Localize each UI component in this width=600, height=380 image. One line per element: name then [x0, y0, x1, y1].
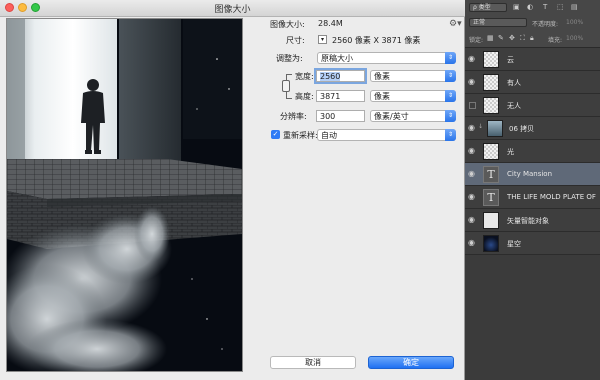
text-layer-icon: T	[483, 166, 499, 183]
resolution-unit-select[interactable]: 像素/英寸 ⇕	[370, 110, 456, 122]
opacity-label: 不透明度:	[532, 21, 559, 28]
chevron-down-icon: ⇕	[445, 52, 456, 64]
filter-pixel-icon[interactable]: ▣	[513, 3, 520, 11]
image-size-dialog: 图像大小 ⚙▾ 图像大小: 28.4M 尺寸: ▾ 2560 像素 X 3871…	[0, 0, 465, 380]
settings-gear-icon[interactable]: ⚙▾	[449, 19, 462, 29]
layer-thumbnail	[483, 235, 499, 252]
layer-name: 矢量智能对象	[507, 217, 549, 225]
ok-button[interactable]: 确定	[368, 356, 454, 369]
chevron-down-icon: ⇕	[445, 70, 456, 82]
layer-row[interactable]: ◉ ↓ 06 拷贝	[465, 117, 600, 140]
lock-artboard-icon[interactable]: ⛶	[520, 34, 525, 43]
fill-value[interactable]: 100%	[566, 35, 583, 42]
lock-move-icon[interactable]: ✥	[509, 34, 515, 42]
dialog-title: 图像大小	[214, 5, 251, 15]
layer-filter-select[interactable]: ρ 类型	[469, 3, 507, 12]
lock-transparent-icon[interactable]: ▦	[487, 34, 494, 42]
eye-icon[interactable]: ◉	[468, 169, 475, 178]
layer-row[interactable]: ◉ 光	[465, 140, 600, 163]
height-label: 高度:	[295, 92, 314, 101]
layer-name: 有人	[507, 79, 521, 87]
eye-icon[interactable]: ◉	[468, 238, 475, 247]
image-size-value: 28.4M	[318, 19, 343, 28]
cancel-button[interactable]: 取消	[270, 356, 356, 369]
layers-panel-header: ρ 类型 ▣ ◐ T ⬚ ▤ 正常 不透明度: 100% 锁定: ▦ ✎ ✥ ⛶…	[465, 0, 600, 48]
lock-label: 锁定:	[469, 37, 484, 44]
layer-thumbnail	[483, 97, 499, 114]
resolution-unit: 像素/英寸	[374, 112, 409, 121]
filter-smart-icon[interactable]: ▤	[571, 3, 578, 11]
layer-thumbnail	[483, 51, 499, 68]
resize-to-label: 调整为:	[276, 54, 303, 63]
resolution-label: 分辨率:	[280, 112, 307, 121]
width-unit: 像素	[374, 72, 390, 81]
dimensions-unit-dropdown[interactable]: ▾	[318, 35, 327, 44]
layer-thumbnail	[483, 143, 499, 160]
height-input[interactable]: 3871	[316, 90, 365, 102]
layer-name: 光	[507, 148, 514, 156]
lock-all-icon[interactable]: 🔒︎	[530, 34, 534, 43]
dimensions-label: 尺寸:	[286, 36, 305, 45]
constrain-proportions-link-icon[interactable]	[282, 80, 290, 92]
resize-to-value: 原稿大小	[321, 54, 353, 63]
image-preview[interactable]	[6, 18, 243, 372]
eye-icon[interactable]: ◉	[468, 54, 475, 63]
eye-icon[interactable]: ◉	[468, 77, 475, 86]
smart-object-icon	[483, 212, 499, 229]
layer-row[interactable]: ◉ T THE LIFE MOLD PLATE OF ...	[465, 186, 600, 209]
chevron-down-icon: ⇕	[445, 110, 456, 122]
filter-adjustment-icon[interactable]: ◐	[527, 3, 533, 11]
layer-row-active[interactable]: ◉ T City Mansion	[465, 163, 600, 186]
chevron-down-icon: ⇕	[445, 129, 456, 141]
layer-row[interactable]: ◉ 矢量智能对象	[465, 209, 600, 232]
resample-select[interactable]: 自动 ⇕	[317, 129, 456, 141]
constraint-bracket-bottom	[286, 92, 292, 99]
layer-thumbnail	[483, 74, 499, 91]
width-unit-select[interactable]: 像素 ⇕	[370, 70, 456, 82]
resolution-value: 300	[320, 112, 336, 121]
resample-checkbox[interactable]: ✓	[271, 130, 280, 139]
blend-mode-select[interactable]: 正常	[469, 18, 527, 27]
visibility-toggle[interactable]	[469, 102, 476, 109]
title-bar: 图像大小	[0, 0, 465, 17]
width-label: 宽度:	[295, 72, 314, 81]
lock-brush-icon[interactable]: ✎	[498, 34, 504, 42]
height-unit-select[interactable]: 像素 ⇕	[370, 90, 456, 102]
filter-shape-icon[interactable]: ⬚	[557, 3, 564, 11]
preview-image	[7, 19, 242, 371]
layer-name: 无人	[507, 102, 521, 110]
layer-row[interactable]: ◉ 星空	[465, 232, 600, 255]
layer-name: 06 拷贝	[509, 125, 535, 133]
eye-icon[interactable]: ◉	[468, 123, 475, 132]
fill-label: 填充:	[548, 37, 563, 44]
layer-row[interactable]: ◉ 有人	[465, 71, 600, 94]
eye-icon[interactable]: ◉	[468, 192, 475, 201]
filter-type-icon[interactable]: T	[543, 3, 547, 11]
clip-arrow-icon: ↓	[478, 123, 484, 130]
height-value: 3871	[320, 92, 341, 101]
layer-row[interactable]: ◉ 云	[465, 48, 600, 71]
layer-name: City Mansion	[507, 170, 553, 178]
height-unit: 像素	[374, 92, 390, 101]
layer-name: 星空	[507, 240, 521, 248]
layer-name: THE LIFE MOLD PLATE OF ...	[507, 193, 597, 201]
eye-icon[interactable]: ◉	[468, 215, 475, 224]
layer-row[interactable]: 无人	[465, 94, 600, 117]
chevron-down-icon: ⇕	[445, 90, 456, 102]
width-input[interactable]: 2560	[314, 68, 367, 84]
layer-name: 云	[507, 56, 514, 64]
eye-icon[interactable]: ◉	[468, 146, 475, 155]
opacity-value[interactable]: 100%	[566, 19, 583, 26]
text-layer-icon: T	[483, 189, 499, 206]
image-size-label: 图像大小:	[270, 20, 305, 29]
resample-label: 重新采样:	[283, 131, 318, 140]
width-value: 2560	[320, 72, 341, 81]
layer-thumbnail	[487, 120, 503, 137]
resolution-input[interactable]: 300	[316, 110, 365, 122]
dimensions-value: 2560 像素 X 3871 像素	[332, 36, 421, 45]
layers-panel: ρ 类型 ▣ ◐ T ⬚ ▤ 正常 不透明度: 100% 锁定: ▦ ✎ ✥ ⛶…	[465, 0, 600, 380]
resize-to-select[interactable]: 原稿大小 ⇕	[317, 52, 456, 64]
resample-value: 自动	[321, 131, 337, 140]
